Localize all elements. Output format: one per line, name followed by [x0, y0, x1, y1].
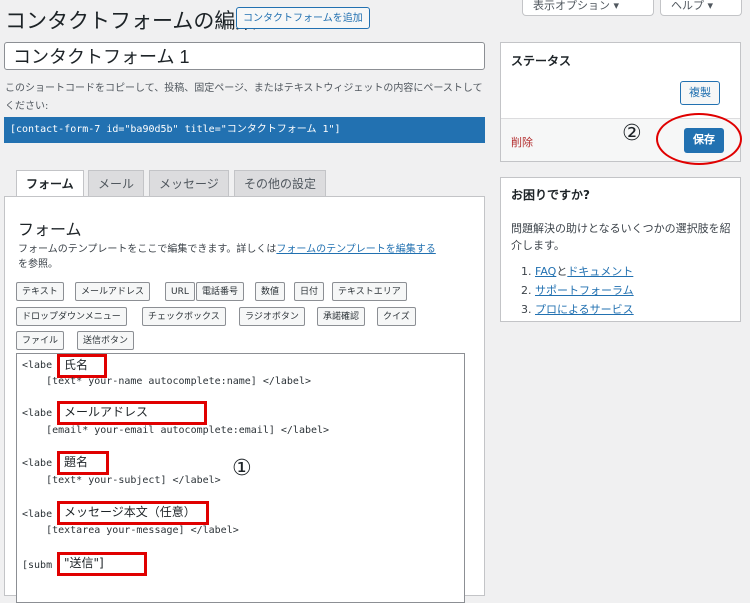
tag-button-number[interactable]: 数値: [255, 282, 286, 301]
tab-messages[interactable]: メッセージ: [149, 170, 229, 196]
tag-button-quiz[interactable]: クイズ: [377, 307, 416, 326]
help-box-title: お困りですか?: [511, 188, 590, 202]
tag-button-tel[interactable]: 電話番号: [196, 282, 245, 301]
highlight-message-label: メッセージ本文（任意）: [57, 501, 209, 525]
delete-link[interactable]: 削除: [511, 134, 533, 150]
code-prefix: <labe: [22, 509, 53, 520]
add-new-form-button[interactable]: コンタクトフォームを追加: [236, 7, 370, 29]
help-item-sep: と: [556, 265, 568, 278]
code-prefix: <labe: [22, 408, 53, 419]
tag-button-date[interactable]: 日付: [294, 282, 325, 301]
shortcode-text[interactable]: [contact-form-7 id="ba90d5b" title="コンタク…: [4, 117, 485, 143]
tab-mail[interactable]: メール: [88, 170, 145, 196]
tag-button-checkbox[interactable]: チェックボックス: [142, 307, 226, 326]
highlight-submit-label: "送信"]: [57, 552, 147, 576]
help-item-1: 1. FAQとドキュメント: [521, 263, 633, 279]
tag-button-url[interactable]: URL: [165, 282, 195, 301]
tab-form[interactable]: フォーム: [16, 170, 84, 197]
form-panel-heading: フォーム: [18, 220, 82, 239]
desc-text-after: を参照。: [18, 259, 58, 270]
save-highlight-ellipse: [656, 113, 742, 165]
tag-button-textarea[interactable]: テキストエリア: [332, 282, 407, 301]
highlight-email-label: メールアドレス: [57, 401, 207, 425]
code-prefix: <labe: [22, 458, 53, 469]
code-line: [email* your-email autocomplete:email] <…: [22, 425, 330, 436]
form-title-input[interactable]: [4, 42, 485, 70]
tag-button-radio[interactable]: ラジオボタン: [239, 307, 305, 326]
tag-button-select[interactable]: ドロップダウンメニュー: [16, 307, 127, 326]
help-item-number: 3.: [521, 303, 532, 316]
pro-services-link[interactable]: プロによるサービス: [535, 303, 634, 316]
faq-link[interactable]: FAQ: [535, 265, 556, 278]
help-box-description: 問題解決の助けとなるいくつかの選択肢を紹介します。: [511, 222, 731, 252]
desc-text: フォームのテンプレートをここで編集できます。詳しくは: [18, 244, 277, 255]
code-prefix: <labe: [22, 360, 53, 371]
code-line: [textarea your-message] </label>: [22, 525, 239, 536]
form-panel-description: フォームのテンプレートをここで編集できます。詳しくはフォームのテンプレートを編集…: [18, 242, 478, 272]
duplicate-button[interactable]: 複製: [680, 81, 720, 105]
tag-button-email[interactable]: メールアドレス: [75, 282, 151, 301]
status-box-title: ステータス: [511, 54, 572, 68]
help-item-number: 1.: [521, 265, 532, 278]
tag-button-acceptance[interactable]: 承諾確認: [317, 307, 366, 326]
code-prefix: [subm: [22, 560, 53, 571]
tag-button-text[interactable]: テキスト: [16, 282, 64, 301]
docs-link[interactable]: ドキュメント: [567, 265, 633, 278]
annotation-marker-1: ①: [232, 456, 252, 481]
help-item-2: 2. サポートフォーラム: [521, 282, 634, 298]
help-item-number: 2.: [521, 284, 532, 297]
support-forum-link[interactable]: サポートフォーラム: [535, 284, 634, 297]
shortcode-description: このショートコードをコピーして、投稿、固定ページ、またはテキストウィジェットの内…: [5, 83, 483, 112]
code-line: [text* your-name autocomplete:name] </la…: [22, 376, 311, 387]
help-button[interactable]: ヘルプ ▾: [660, 0, 742, 16]
page-title: コンタクトフォームの編集: [5, 9, 257, 33]
tab-additional-settings[interactable]: その他の設定: [234, 170, 327, 196]
code-line: [text* your-subject] </label>: [22, 475, 221, 486]
annotation-marker-2: ②: [622, 121, 642, 146]
tag-button-file[interactable]: ファイル: [16, 331, 65, 350]
screen-options-button[interactable]: 表示オプション ▾: [522, 0, 654, 16]
edit-template-link[interactable]: フォームのテンプレートを編集する: [276, 244, 435, 255]
help-item-3: 3. プロによるサービス: [521, 301, 634, 317]
tag-button-submit[interactable]: 送信ボタン: [77, 331, 135, 350]
highlight-subject-label: 題名: [57, 451, 109, 475]
